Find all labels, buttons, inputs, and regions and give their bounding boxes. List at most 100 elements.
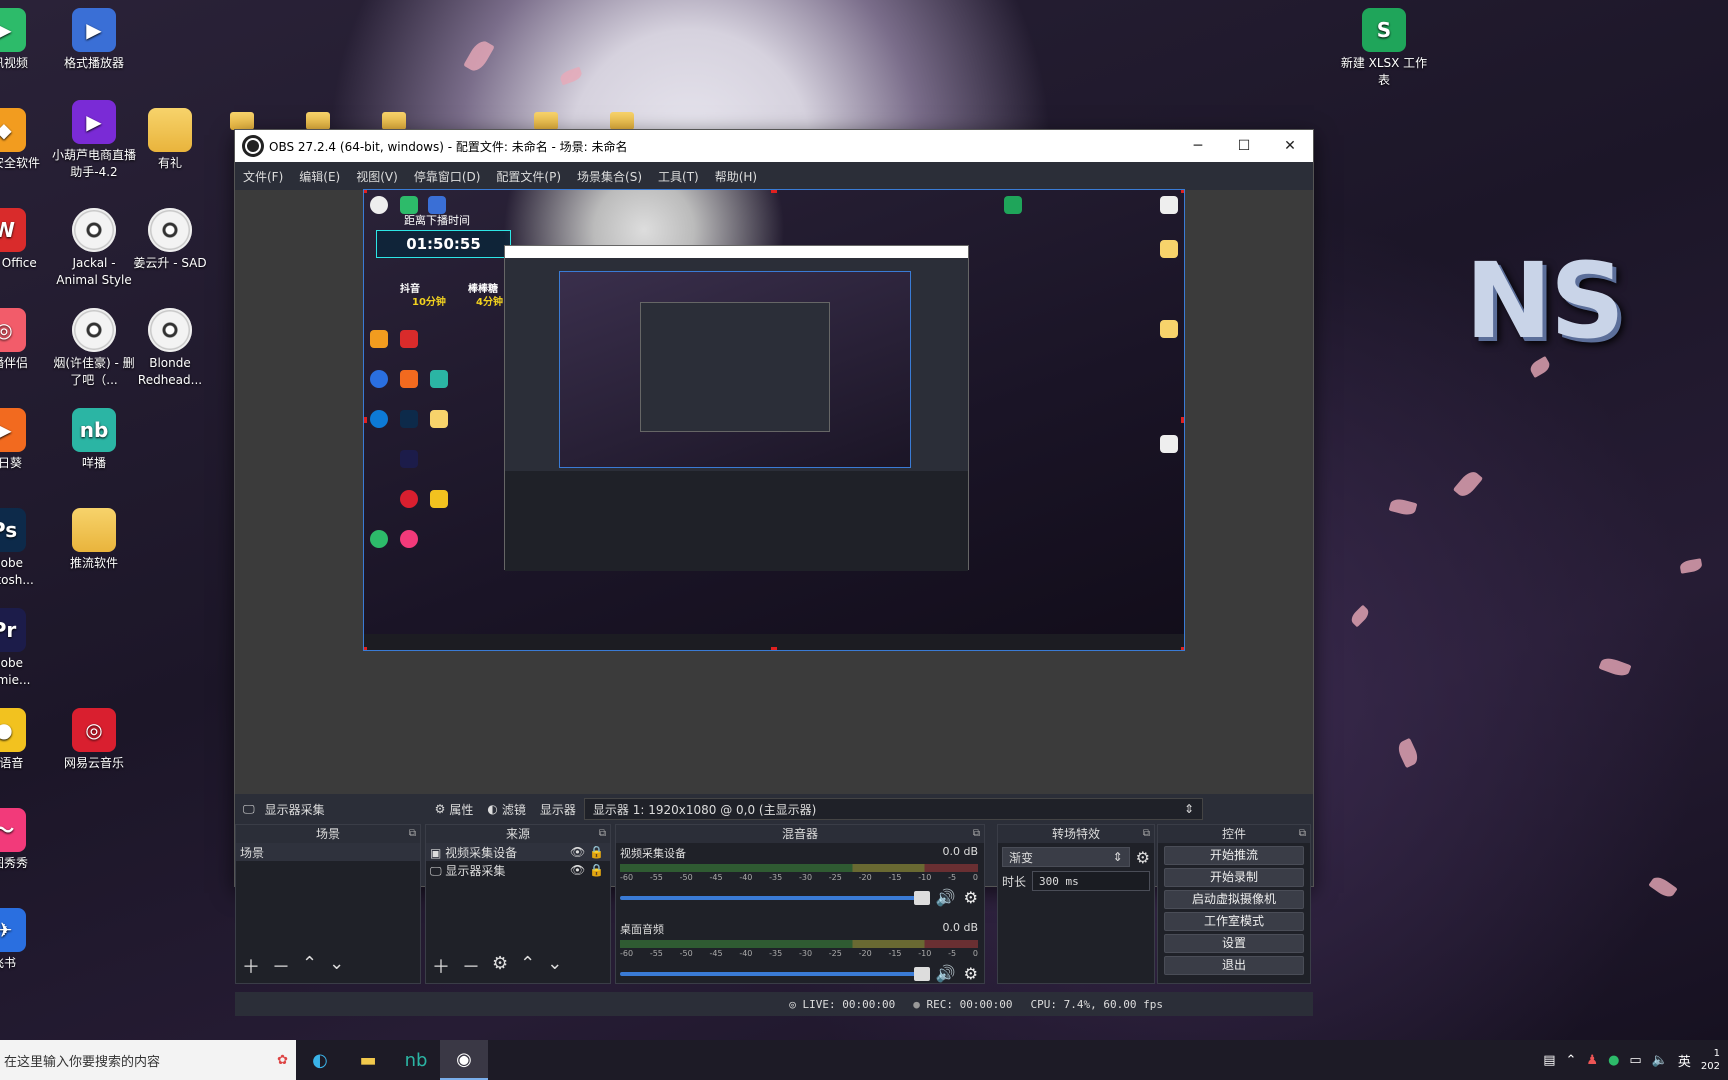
move-down-icon[interactable]: ⌄: [547, 953, 562, 979]
gear-icon[interactable]: ⚙: [964, 964, 978, 983]
clock[interactable]: 1 202: [1701, 1047, 1720, 1073]
source-item[interactable]: 🖵 显示器采集 👁 🔒: [426, 861, 610, 879]
eye-icon[interactable]: 👁: [570, 845, 585, 859]
desktop-icon[interactable]: Jackal - Animal Style: [50, 208, 138, 289]
desktop-icon[interactable]: 姜云升 - SAD: [126, 208, 214, 272]
maximize-button[interactable]: ☐: [1221, 130, 1267, 162]
desktop-icon[interactable]: ▶ 格式播放器: [50, 8, 138, 72]
properties-button[interactable]: ⚙ 属性: [435, 801, 474, 818]
desktop-icon[interactable]: ▶ 小葫芦电商直播助手-4.2: [50, 100, 138, 181]
source-item[interactable]: ▣ 视频采集设备 👁 🔒: [426, 843, 610, 861]
popout-icon[interactable]: ⧉: [409, 825, 416, 843]
transition-select[interactable]: 渐变 ⇕: [1002, 847, 1130, 867]
title-bar[interactable]: OBS 27.2.4 (64-bit, windows) - 配置文件: 未命名…: [235, 130, 1313, 162]
desktop-icon[interactable]: 推流软件: [50, 508, 138, 572]
remove-icon[interactable]: －: [462, 953, 480, 979]
folder-icon[interactable]: [306, 112, 330, 130]
desktop-icon[interactable]: 〜美图秀秀: [0, 808, 48, 872]
menu-file[interactable]: 文件(F): [243, 168, 283, 185]
folder-icon[interactable]: [610, 112, 634, 130]
network-icon[interactable]: ▭: [1629, 1053, 1641, 1068]
close-button[interactable]: ✕: [1267, 130, 1313, 162]
desktop-icon-label: 美图秀秀: [0, 856, 28, 870]
app-icon: [400, 370, 418, 388]
folder-icon[interactable]: [382, 112, 406, 130]
chevron-up-icon[interactable]: ⌃: [1566, 1053, 1577, 1068]
move-down-icon[interactable]: ⌄: [329, 953, 344, 979]
display-select[interactable]: 显示器 1: 1920x1080 @ 0,0 (主显示器) ⇕: [583, 798, 1203, 820]
popout-icon[interactable]: ⧉: [599, 825, 606, 843]
taskbar-search[interactable]: 在这里输入你要搜索的内容 ✿: [0, 1040, 296, 1080]
add-icon[interactable]: ＋: [432, 953, 450, 979]
desktop-icon[interactable]: Pr Adobe Premie...: [0, 608, 48, 689]
app-icon: [72, 508, 116, 552]
desktop-icon[interactable]: S 新建 XLSX 工作表: [1340, 8, 1428, 89]
menu-edit[interactable]: 编辑(E): [299, 168, 340, 185]
desktop-icon[interactable]: Ps Adobe Photosh...: [0, 508, 48, 589]
studio-mode-button[interactable]: 工作室模式: [1164, 912, 1304, 931]
preview-canvas[interactable]: 距离下播时间 01:50:55 抖音 10分钟 棒棒糖 4分钟: [363, 189, 1185, 651]
gear-icon[interactable]: ⚙: [964, 888, 978, 907]
gear-icon[interactable]: ⚙: [492, 953, 508, 979]
desktop-icon[interactable]: Blonde Redhead...: [126, 308, 214, 389]
menu-view[interactable]: 视图(V): [356, 168, 398, 185]
menu-docks[interactable]: 停靠窗口(D): [414, 168, 481, 185]
remove-icon[interactable]: －: [272, 953, 290, 979]
popout-icon[interactable]: ⧉: [1143, 825, 1150, 843]
tray-app-icon[interactable]: ♟: [1586, 1053, 1598, 1068]
desktop-icon[interactable]: ✈ 飞书: [0, 908, 48, 972]
folder-icon[interactable]: [534, 112, 558, 130]
file-explorer-icon[interactable]: ▬: [344, 1040, 392, 1080]
minimize-button[interactable]: ─: [1175, 130, 1221, 162]
volume-icon[interactable]: 🔈: [1652, 1053, 1668, 1068]
wechat-icon[interactable]: ●: [1608, 1053, 1619, 1068]
speaker-icon[interactable]: 🔊: [936, 888, 956, 907]
app-icon: [400, 330, 418, 348]
menu-tools[interactable]: 工具(T): [658, 168, 699, 185]
channel-name: 桌面音频: [620, 923, 664, 936]
desktop-icon[interactable]: 有礼: [126, 108, 214, 172]
add-icon[interactable]: ＋: [242, 953, 260, 979]
start-virtual-camera-button[interactable]: 启动虚拟摄像机: [1164, 890, 1304, 909]
app-icon: [430, 370, 448, 388]
news-icon[interactable]: ▤: [1543, 1053, 1555, 1068]
ime-indicator[interactable]: 英: [1678, 1051, 1691, 1070]
miebo-icon[interactable]: nb: [392, 1040, 440, 1080]
desktop-icon[interactable]: ◆ 火绒安全软件: [0, 108, 48, 172]
filters-button[interactable]: ◐ 滤镜: [487, 801, 526, 818]
lock-icon[interactable]: 🔒: [589, 845, 604, 859]
desktop-icon[interactable]: nb 咩播: [50, 408, 138, 472]
gear-icon[interactable]: ⚙: [1136, 848, 1150, 867]
desktop-icon[interactable]: 烟(许佳豪) - 删了吧（...: [50, 308, 138, 389]
desktop-icon[interactable]: ◎ 网易云音乐: [50, 708, 138, 772]
volume-slider[interactable]: [620, 966, 930, 981]
edge-icon[interactable]: ◐: [296, 1040, 344, 1080]
preview-area[interactable]: 距离下播时间 01:50:55 抖音 10分钟 棒棒糖 4分钟: [235, 189, 1313, 794]
eye-icon[interactable]: 👁: [570, 863, 585, 877]
folder-icon[interactable]: [230, 112, 254, 130]
app-icon: S: [1362, 8, 1406, 52]
channel-db: 0.0 dB: [942, 845, 978, 858]
move-up-icon[interactable]: ⌃: [520, 953, 535, 979]
popout-icon[interactable]: ⧉: [973, 825, 980, 843]
start-recording-button[interactable]: 开始录制: [1164, 868, 1304, 887]
desktop-icon[interactable]: ▶ 向日葵: [0, 408, 48, 472]
desktop-icon[interactable]: ▶ 腾讯视频: [0, 8, 48, 72]
exit-button[interactable]: 退出: [1164, 956, 1304, 975]
scene-item[interactable]: 场景: [236, 843, 420, 861]
start-streaming-button[interactable]: 开始推流: [1164, 846, 1304, 865]
speaker-icon[interactable]: 🔊: [936, 964, 956, 983]
volume-slider[interactable]: [620, 890, 930, 905]
obs-taskbar-icon[interactable]: ◉: [440, 1040, 488, 1080]
menu-profile[interactable]: 配置文件(P): [496, 168, 561, 185]
menu-scene-collection[interactable]: 场景集合(S): [577, 168, 642, 185]
move-up-icon[interactable]: ⌃: [302, 953, 317, 979]
duration-input[interactable]: 300 ms: [1032, 871, 1150, 891]
desktop-icon[interactable]: W WPS Office: [0, 208, 48, 272]
settings-button[interactable]: 设置: [1164, 934, 1304, 953]
menu-help[interactable]: 帮助(H): [715, 168, 757, 185]
desktop-icon[interactable]: ● YY语音: [0, 708, 48, 772]
popout-icon[interactable]: ⧉: [1299, 825, 1306, 843]
lock-icon[interactable]: 🔒: [589, 863, 604, 877]
desktop-icon[interactable]: ◎ 直播伴侣: [0, 308, 48, 372]
